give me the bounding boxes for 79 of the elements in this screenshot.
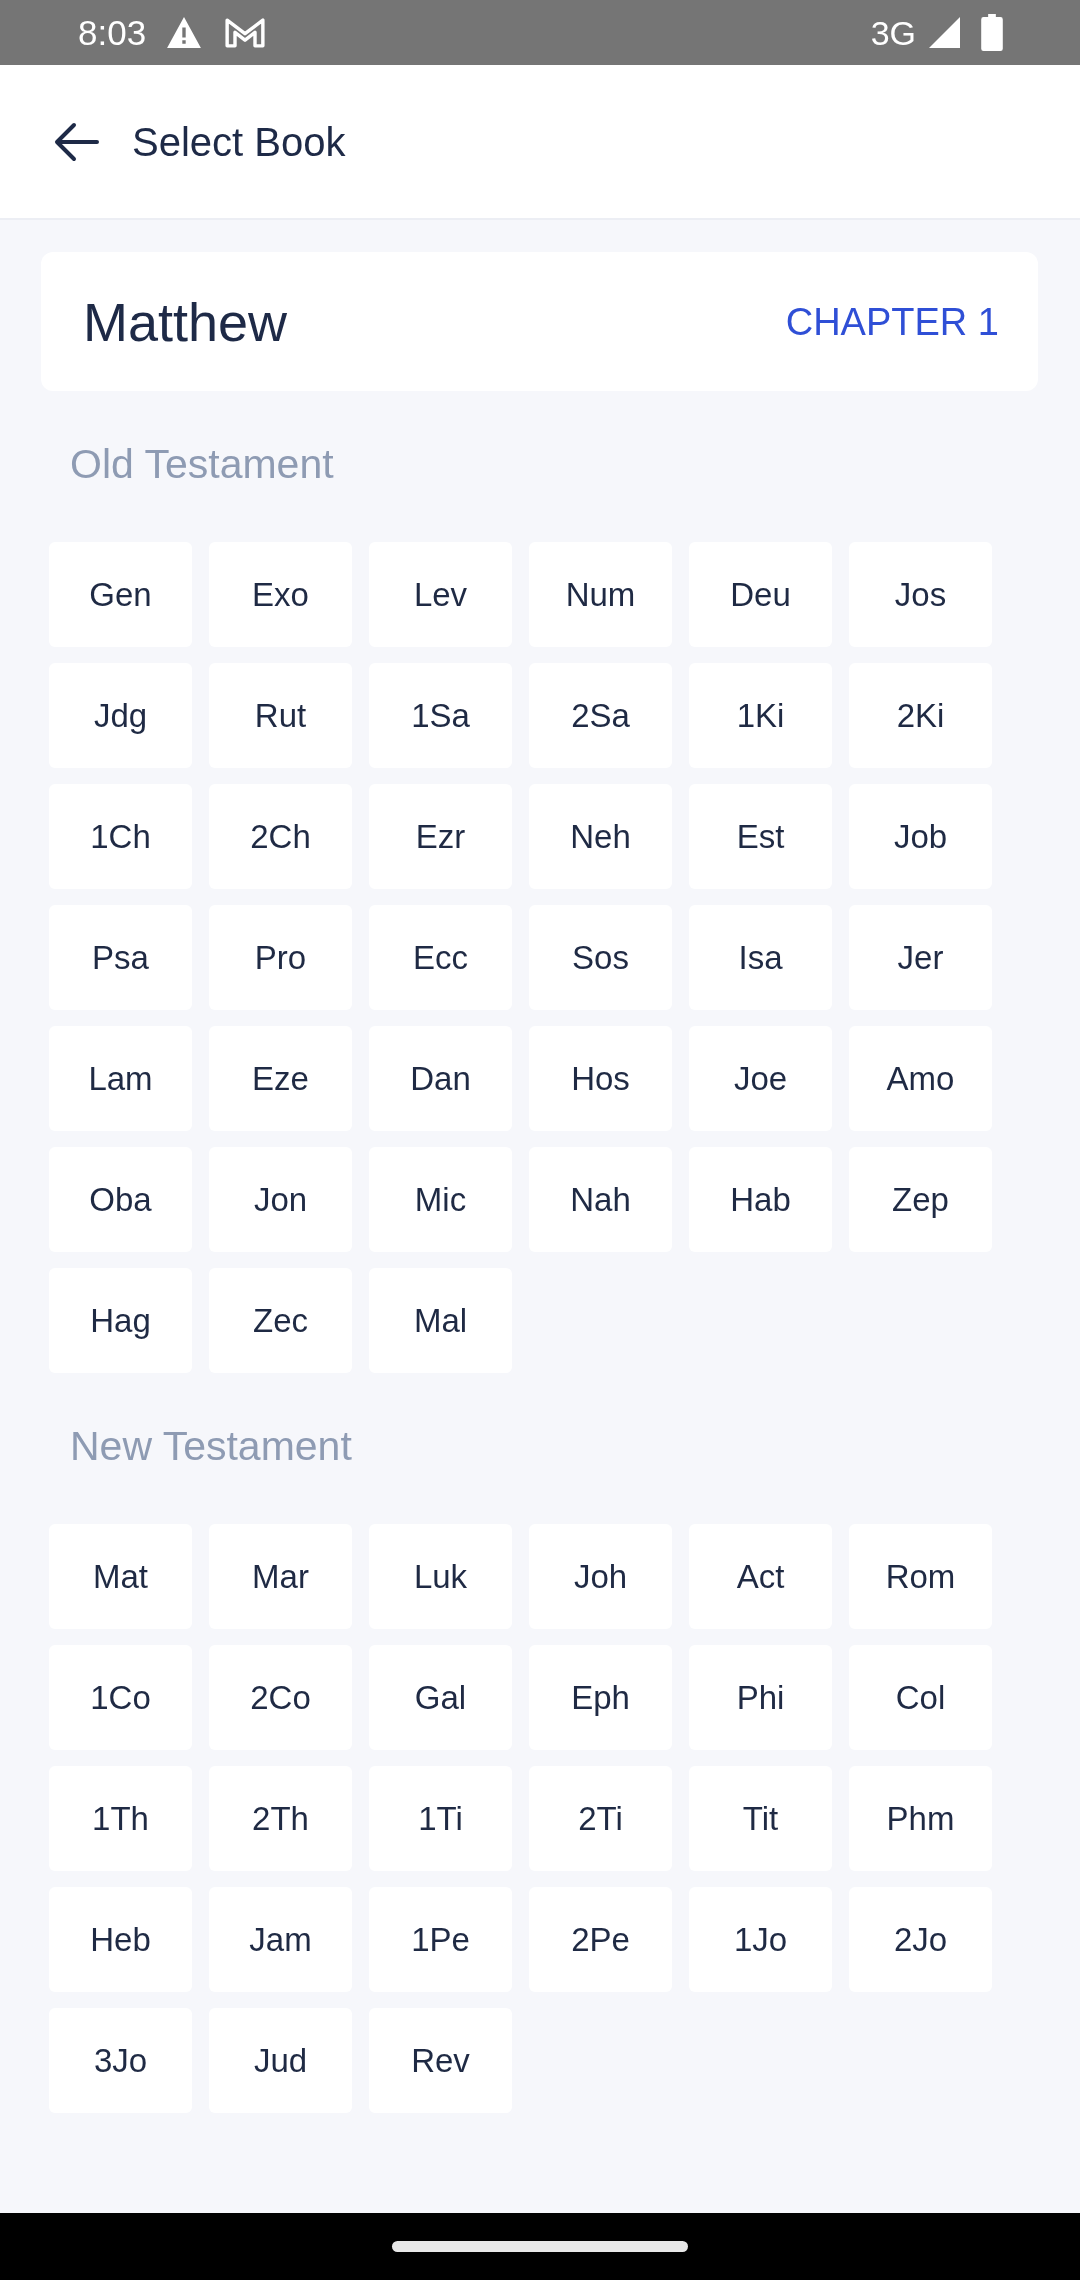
section-heading: Old Testament <box>70 440 335 489</box>
book-button[interactable]: Zep <box>849 1147 992 1252</box>
book-button[interactable]: Deu <box>689 542 832 647</box>
book-button[interactable]: Mic <box>369 1147 512 1252</box>
section-heading: New Testament <box>70 1422 353 1471</box>
book-button[interactable]: Hag <box>49 1268 192 1373</box>
book-button[interactable]: 2Jo <box>849 1887 992 1992</box>
book-button[interactable]: Dan <box>369 1026 512 1131</box>
book-button[interactable]: Jos <box>849 542 992 647</box>
book-button[interactable]: Luk <box>369 1524 512 1629</box>
book-button[interactable]: 1Ch <box>49 784 192 889</box>
signal-icon <box>928 17 961 48</box>
book-button[interactable]: Ezr <box>369 784 512 889</box>
book-button[interactable]: Heb <box>49 1887 192 1992</box>
book-button[interactable]: Sos <box>529 905 672 1010</box>
book-button[interactable]: Gal <box>369 1645 512 1750</box>
book-button[interactable]: 2Ki <box>849 663 992 768</box>
mail-icon <box>225 17 266 48</box>
book-button[interactable]: 1Pe <box>369 1887 512 1992</box>
book-button[interactable]: Eze <box>209 1026 352 1131</box>
book-button[interactable]: Isa <box>689 905 832 1010</box>
book-button[interactable]: Zec <box>209 1268 352 1373</box>
book-button[interactable]: Rev <box>369 2008 512 2113</box>
book-button[interactable]: Psa <box>49 905 192 1010</box>
book-button[interactable]: Rut <box>209 663 352 768</box>
book-button[interactable]: 2Pe <box>529 1887 672 1992</box>
book-button[interactable]: Amo <box>849 1026 992 1131</box>
book-button[interactable]: 2Th <box>209 1766 352 1871</box>
book-button[interactable]: 1Th <box>49 1766 192 1871</box>
book-button[interactable]: Hos <box>529 1026 672 1131</box>
book-button[interactable]: 1Co <box>49 1645 192 1750</box>
book-button[interactable]: Pro <box>209 905 352 1010</box>
book-button[interactable]: Oba <box>49 1147 192 1252</box>
book-button[interactable]: Phm <box>849 1766 992 1871</box>
book-button[interactable]: Gen <box>49 542 192 647</box>
book-button[interactable]: Job <box>849 784 992 889</box>
book-button[interactable]: 1Ki <box>689 663 832 768</box>
book-button[interactable]: Mal <box>369 1268 512 1373</box>
book-button[interactable]: Act <box>689 1524 832 1629</box>
battery-icon <box>981 14 1003 51</box>
current-book-name: Matthew <box>83 290 288 354</box>
book-button[interactable]: Nah <box>529 1147 672 1252</box>
book-button[interactable]: 2Ch <box>209 784 352 889</box>
book-button[interactable]: 1Jo <box>689 1887 832 1992</box>
book-button[interactable]: Jer <box>849 905 992 1010</box>
book-button[interactable]: Jon <box>209 1147 352 1252</box>
book-button[interactable]: Jud <box>209 2008 352 2113</box>
book-button[interactable]: 3Jo <box>49 2008 192 2113</box>
book-button[interactable]: Rom <box>849 1524 992 1629</box>
book-button[interactable]: Joe <box>689 1026 832 1131</box>
book-button[interactable]: Num <box>529 542 672 647</box>
book-button[interactable]: 1Sa <box>369 663 512 768</box>
network-type: 3G <box>870 12 916 53</box>
book-button[interactable]: Lev <box>369 542 512 647</box>
book-button[interactable]: Joh <box>529 1524 672 1629</box>
book-button[interactable]: Hab <box>689 1147 832 1252</box>
book-button[interactable]: Col <box>849 1645 992 1750</box>
book-button[interactable]: Neh <box>529 784 672 889</box>
book-button[interactable]: Lam <box>49 1026 192 1131</box>
book-button[interactable]: Est <box>689 784 832 889</box>
status-time: 8:03 <box>78 12 147 53</box>
book-button[interactable]: Mar <box>209 1524 352 1629</box>
book-button[interactable]: Exo <box>209 542 352 647</box>
page-title: Select Book <box>132 118 346 166</box>
book-button[interactable]: 2Ti <box>529 1766 672 1871</box>
book-button[interactable]: Tit <box>689 1766 832 1871</box>
book-button[interactable]: Jam <box>209 1887 352 1992</box>
book-button[interactable]: Eph <box>529 1645 672 1750</box>
back-arrow-icon <box>54 121 100 162</box>
warning-icon <box>167 17 202 48</box>
book-button[interactable]: 2Sa <box>529 663 672 768</box>
book-button[interactable]: Phi <box>689 1645 832 1750</box>
book-button[interactable]: 1Ti <box>369 1766 512 1871</box>
book-button[interactable]: Ecc <box>369 905 512 1010</box>
home-handle[interactable] <box>392 2241 688 2252</box>
book-button[interactable]: 2Co <box>209 1645 352 1750</box>
book-button[interactable]: Jdg <box>49 663 192 768</box>
chapter-button[interactable]: CHAPTER 1 <box>785 298 999 345</box>
book-button[interactable]: Mat <box>49 1524 192 1629</box>
